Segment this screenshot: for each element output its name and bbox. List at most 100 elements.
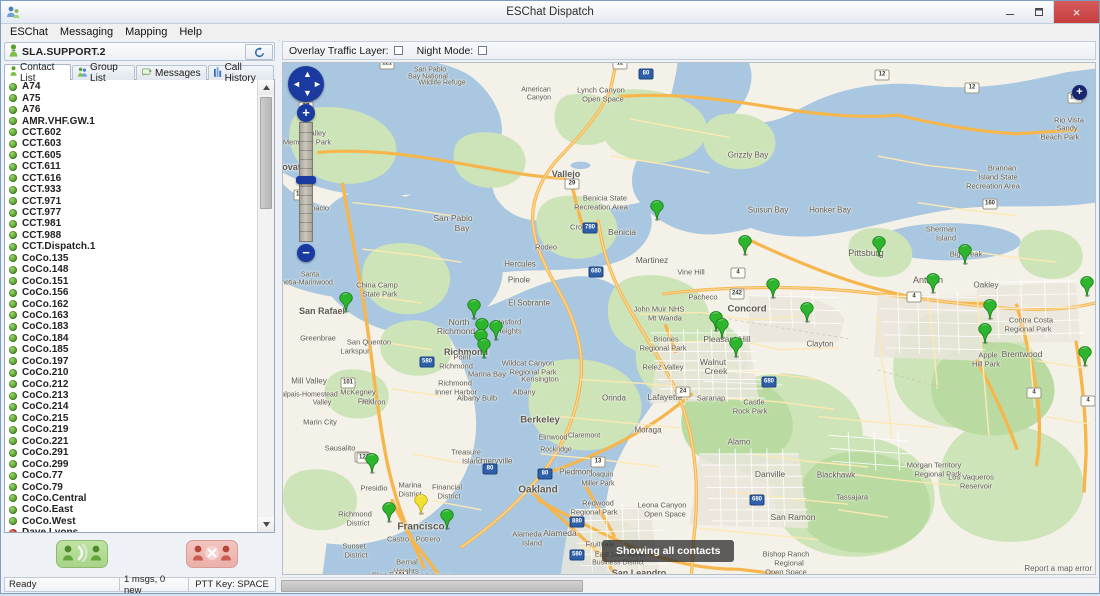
contact-map-marker[interactable]: [926, 273, 940, 294]
contact-list-item[interactable]: CoCo.163: [5, 310, 258, 321]
contact-list-item[interactable]: CoCo.184: [5, 333, 258, 344]
contact-list-item[interactable]: CoCo.212: [5, 378, 258, 389]
contact-list-item[interactable]: CCT.988: [5, 230, 258, 241]
pan-control[interactable]: ▲ ▼ ◄ ►: [288, 66, 324, 102]
menu-item-messaging[interactable]: Messaging: [54, 25, 119, 39]
zoom-in-button[interactable]: +: [297, 104, 315, 122]
contact-list-item[interactable]: CoCo.213: [5, 390, 258, 401]
contact-list-item[interactable]: CoCo.197: [5, 356, 258, 367]
night-mode-toggle[interactable]: Night Mode:: [417, 45, 488, 57]
contact-list-item[interactable]: CoCo.Central: [5, 493, 258, 504]
minimize-button[interactable]: [995, 1, 1024, 23]
contact-map-marker[interactable]: [414, 494, 428, 515]
contact-map-marker[interactable]: [1078, 346, 1092, 367]
contact-list-item[interactable]: CoCo.77: [5, 470, 258, 481]
zoom-slider-thumb[interactable]: [296, 176, 316, 184]
contact-map-marker[interactable]: [1080, 276, 1094, 297]
contact-map-marker[interactable]: [800, 302, 814, 323]
contact-list-item[interactable]: Dave.Lyons: [5, 527, 258, 532]
contact-list-item[interactable]: CCT.Dispatch.1: [5, 241, 258, 252]
contact-list-item[interactable]: CCT.933: [5, 184, 258, 195]
map-hscroll-thumb[interactable]: [281, 580, 583, 592]
contact-list-item[interactable]: CoCo.219: [5, 424, 258, 435]
contact-list-item[interactable]: AMR.VHF.GW.1: [5, 115, 258, 126]
contact-list-item[interactable]: CoCo.162: [5, 298, 258, 309]
map-expand-button[interactable]: +: [1072, 85, 1087, 100]
contact-list-item[interactable]: CCT.603: [5, 138, 258, 149]
contact-list-item[interactable]: CoCo.214: [5, 401, 258, 412]
pan-left-icon[interactable]: ◄: [292, 80, 301, 89]
contact-map-marker[interactable]: [715, 318, 729, 339]
contact-map-marker[interactable]: [365, 453, 379, 474]
close-button[interactable]: ×: [1053, 1, 1099, 23]
pan-down-icon[interactable]: ▼: [303, 89, 312, 98]
contact-list-item[interactable]: CoCo.148: [5, 264, 258, 275]
contact-list-item[interactable]: CoCo.221: [5, 436, 258, 447]
contact-map-marker[interactable]: [489, 320, 503, 341]
report-map-error-link[interactable]: Report a map error: [1024, 564, 1092, 573]
contact-name: CCT.971: [22, 196, 61, 207]
pan-right-icon[interactable]: ►: [313, 80, 322, 89]
ptt-end-button[interactable]: [186, 540, 238, 568]
traffic-layer-toggle[interactable]: Overlay Traffic Layer:: [289, 45, 403, 57]
contact-list-item[interactable]: CoCo.135: [5, 253, 258, 264]
ptt-call-button[interactable]: [56, 540, 108, 568]
menu-item-mapping[interactable]: Mapping: [119, 25, 173, 39]
contact-map-marker[interactable]: [978, 323, 992, 344]
contact-list-item[interactable]: CCT.981: [5, 218, 258, 229]
contact-list-item[interactable]: A76: [5, 104, 258, 115]
contact-map-marker[interactable]: [766, 278, 780, 299]
contact-list-item[interactable]: A75: [5, 92, 258, 103]
contact-list-item[interactable]: CoCo.79: [5, 481, 258, 492]
contact-list-item[interactable]: CoCo.156: [5, 287, 258, 298]
tab-group-list[interactable]: Group List: [72, 65, 135, 80]
contact-map-marker[interactable]: [467, 299, 481, 320]
scrollbar-thumb[interactable]: [260, 97, 272, 209]
contact-list-item[interactable]: CoCo.East: [5, 504, 258, 515]
status-online-icon: [9, 494, 17, 502]
maximize-button[interactable]: [1024, 1, 1053, 23]
contact-list-item[interactable]: CCT.977: [5, 207, 258, 218]
contact-list-item[interactable]: CCT.971: [5, 195, 258, 206]
menu-item-help[interactable]: Help: [173, 25, 208, 39]
contact-map-marker[interactable]: [382, 502, 396, 523]
contact-list-item[interactable]: CoCo.210: [5, 367, 258, 378]
status-online-icon: [9, 186, 17, 194]
contact-list-item[interactable]: CCT.616: [5, 173, 258, 184]
contact-map-marker[interactable]: [958, 244, 972, 265]
contact-list-item[interactable]: CoCo.185: [5, 344, 258, 355]
contact-list-item[interactable]: CoCo.215: [5, 413, 258, 424]
zoom-out-button[interactable]: −: [297, 244, 315, 262]
menu-item-eschat[interactable]: ESChat: [4, 25, 54, 39]
tab-contact-list[interactable]: Contact List: [4, 64, 71, 80]
contact-map-marker[interactable]: [872, 236, 886, 257]
contact-map-marker[interactable]: [983, 299, 997, 320]
map-pan-zoom-control[interactable]: ▲ ▼ ◄ ► + −: [288, 66, 324, 262]
contact-map-marker[interactable]: [440, 509, 454, 530]
contact-list-item[interactable]: CCT.605: [5, 150, 258, 161]
contact-list-item[interactable]: CoCo.West: [5, 516, 258, 527]
contact-name: CCT.933: [22, 184, 61, 195]
contact-list-item[interactable]: CoCo.291: [5, 447, 258, 458]
map-viewport[interactable]: VallejoBeniciaMartinezConcordPittsburgAn…: [282, 62, 1096, 575]
contact-map-marker[interactable]: [477, 338, 491, 359]
scroll-down-icon[interactable]: [258, 517, 274, 532]
contact-list-scrollbar[interactable]: [257, 80, 274, 532]
map-horizontal-scrollbar[interactable]: [280, 577, 1098, 593]
contact-map-marker[interactable]: [738, 235, 752, 256]
traffic-layer-checkbox[interactable]: [394, 46, 403, 55]
pan-up-icon[interactable]: ▲: [303, 70, 312, 79]
contact-map-marker[interactable]: [339, 292, 353, 313]
contact-list-item[interactable]: CCT.602: [5, 127, 258, 138]
night-mode-checkbox[interactable]: [478, 46, 487, 55]
contact-list-item[interactable]: CoCo.151: [5, 275, 258, 286]
tab-call-history[interactable]: Call History: [208, 65, 274, 80]
contact-list-item[interactable]: CoCo.183: [5, 321, 258, 332]
refresh-icon[interactable]: [245, 44, 273, 60]
contact-map-marker[interactable]: [650, 200, 664, 221]
contact-list[interactable]: A74A75A76AMR.VHF.GW.1CCT.602CCT.603CCT.6…: [4, 79, 275, 533]
contact-list-item[interactable]: CoCo.299: [5, 458, 258, 469]
contact-map-marker[interactable]: [729, 337, 743, 358]
contact-list-item[interactable]: CCT.611: [5, 161, 258, 172]
tab-messages[interactable]: Messages: [136, 65, 207, 80]
